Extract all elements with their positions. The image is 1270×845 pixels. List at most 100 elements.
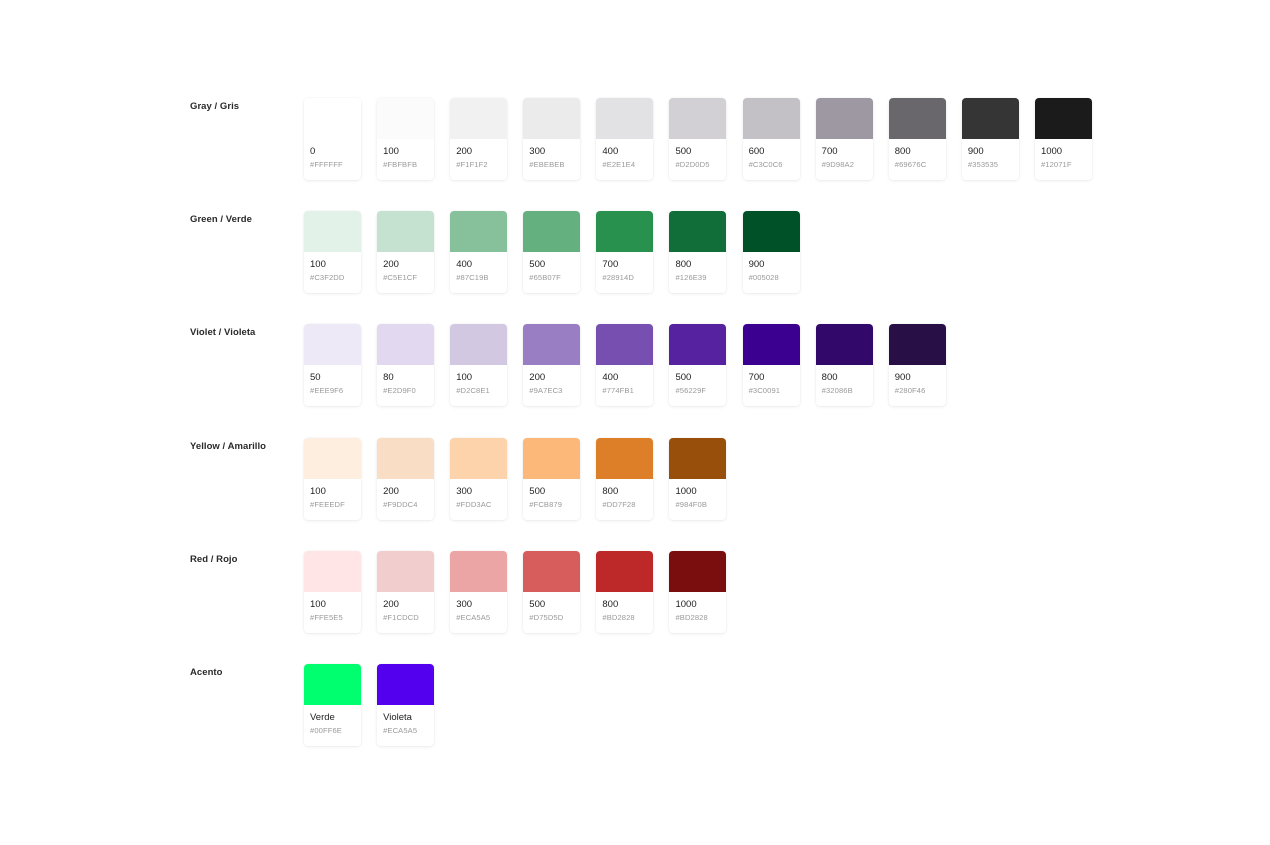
swatch-hex-code: #005028 [748,273,779,283]
color-swatch-card[interactable]: 50 #EEE9F6 [304,324,361,407]
swatch-hex-code: #28914D [602,273,634,283]
color-swatch-card[interactable]: 900 #280F46 [888,324,946,407]
swatch-meta: 200 #9A7EC3 [523,365,580,396]
swatch-meta: 800 #DD7F28 [596,479,653,510]
color-swatch-card[interactable]: 500 #FCB879 [523,437,581,520]
color-swatch-card[interactable]: Violeta #ECA5A5 [377,663,435,746]
color-swatch-card[interactable]: 200 #F1F1F2 [450,98,508,180]
swatch-step-label: 800 [602,598,619,610]
color-swatch-card[interactable]: 200 #C5E1CF [377,211,435,294]
swatch-hex-code: #FDD3AC [456,499,492,509]
color-swatch-card[interactable]: 600 #C3C0C6 [742,98,800,180]
color-swatch-card[interactable]: 1000 #12071F [1034,98,1092,180]
swatch-step-label: 100 [310,485,326,497]
color-swatch-card[interactable]: 700 #9D98A2 [815,98,873,180]
swatch-hex-code: #126E39 [675,273,707,283]
color-chip [742,98,800,139]
color-swatch-card[interactable]: 800 #BD2828 [596,550,654,633]
swatch-hex-code: #87C19B [456,273,489,283]
color-chip [742,211,800,253]
swatch-hex-code: #56229F [675,386,707,396]
color-chip [377,324,435,366]
color-swatch-card[interactable]: 700 #3C0091 [742,324,800,407]
swatch-step-label: 1000 [675,598,697,610]
color-swatch-card[interactable]: 80 #E2D9F0 [377,324,435,407]
color-swatch-card[interactable]: 200 #F1CDCD [377,550,435,633]
color-swatch-card[interactable]: Verde #00FF6E [304,663,361,746]
swatch-step-label: 900 [967,146,984,157]
swatch-step-label: 300 [456,598,473,610]
swatch-hex-code: #EEE9F6 [310,386,344,396]
color-swatch-card[interactable]: 1000 #984F0B [669,437,727,520]
swatch-step-label: 100 [456,372,473,384]
swatch-hex-code: #BD2828 [602,612,635,622]
color-swatch-card[interactable]: 500 #D2D0D5 [669,98,727,180]
color-swatch-card[interactable]: 200 #9A7EC3 [523,324,581,407]
color-palette: Gray / Gris 0 #FFFFFF 100 #FBFBFB 200 #F1F1F2 3… [190,98,1108,777]
swatch-step-label: 0 [310,146,316,157]
swatch-meta: 300 #FDD3AC [450,479,507,510]
color-swatch-card[interactable]: 800 #32086B [815,324,873,407]
color-chip [450,437,508,479]
swatch-step-label: 700 [821,146,838,157]
swatch-meta: 1000 #12071F [1035,139,1092,170]
color-swatch-card[interactable]: 800 #DD7F28 [596,437,654,520]
swatch-meta: 0 #FFFFFF [304,139,361,170]
swatch-meta: 100 #C3F2DD [304,252,361,283]
color-chip [888,98,946,139]
color-swatch-card[interactable]: 900 #353535 [961,98,1019,180]
color-swatch-card[interactable]: 500 #56229F [669,324,727,407]
swatch-step-label: 700 [602,259,619,271]
color-chip [888,324,946,366]
color-chip [377,550,435,592]
color-swatch-card[interactable]: 100 #FFE5E5 [304,550,361,633]
color-swatch-card[interactable]: 0 #FFFFFF [304,98,361,180]
swatch-hex-code: #F1CDCD [383,612,419,622]
color-swatch-card[interactable]: 700 #28914D [596,211,654,294]
swatch-meta: 500 #D2D0D5 [669,139,726,170]
color-swatch-card[interactable]: 100 #FEEEDF [304,437,361,520]
swatch-meta: 200 #F9DDC4 [377,479,434,510]
swatch-hex-code: #F9DDC4 [383,499,418,509]
color-swatch-card[interactable]: 400 #774FB1 [596,324,654,407]
color-swatch-card[interactable]: 400 #E2E1E4 [596,98,654,180]
color-chip [669,211,727,253]
color-chip [742,324,800,366]
color-swatch-card[interactable]: 400 #87C19B [450,211,508,294]
swatch-meta: 300 #EBEBEB [523,139,580,170]
color-swatch-card[interactable]: 800 #126E39 [669,211,727,294]
swatch-hex-code: #9D98A2 [821,160,855,169]
color-group-label: Violet / Violeta [190,327,256,339]
swatch-step-label: 1000 [1040,146,1063,157]
color-swatch-card[interactable]: 900 #005028 [742,211,800,294]
swatch-step-label: 700 [748,372,765,384]
swatch-meta: Violeta #ECA5A5 [377,705,434,736]
color-swatch-card[interactable]: 200 #F9DDC4 [377,437,435,520]
swatch-hex-code: #280F46 [894,386,926,396]
color-swatch-card[interactable]: 300 #ECA5A5 [450,550,508,633]
swatch-meta: Verde #00FF6E [304,705,361,736]
color-swatch-card[interactable]: 1000 #BD2828 [669,550,727,633]
swatch-step-label: 100 [383,146,399,157]
swatch-step-label: 200 [456,146,473,157]
swatch-row: Verde #00FF6E Violeta #ECA5A5 [304,663,450,777]
color-swatch-card[interactable]: 100 #C3F2DD [304,211,361,294]
swatch-row: 50 #EEE9F6 80 #E2D9F0 100 #D2C8E1 200 #9A7EC3 40… [304,324,962,437]
swatch-meta: 100 #FBFBFB [377,139,434,170]
swatch-hex-code: #353535 [967,160,999,169]
color-chip [596,437,654,479]
color-swatch-card[interactable]: 100 #FBFBFB [377,98,435,180]
color-swatch-card[interactable]: 500 #D75D5D [523,550,581,633]
color-chip [304,663,361,705]
color-chip [669,550,727,592]
swatch-hex-code: #D2C8E1 [456,386,490,396]
swatch-hex-code: #12071F [1040,160,1072,169]
color-swatch-card[interactable]: 800 #69676C [888,98,946,180]
color-swatch-card[interactable]: 500 #65B07F [523,211,581,294]
color-swatch-card[interactable]: 300 #FDD3AC [450,437,508,520]
swatch-step-label: 800 [821,372,838,384]
color-swatch-card[interactable]: 300 #EBEBEB [523,98,581,180]
swatch-step-label: Violeta [383,711,412,723]
color-swatch-card[interactable]: 100 #D2C8E1 [450,324,508,407]
color-chip [669,98,727,139]
